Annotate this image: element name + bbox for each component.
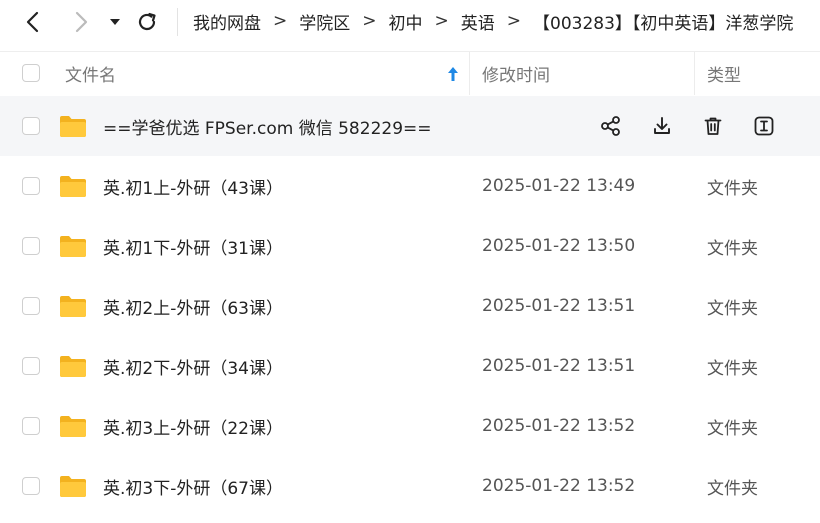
history-dropdown-button[interactable] bbox=[102, 9, 128, 35]
modified-time: 2025-01-22 13:50 bbox=[482, 236, 636, 256]
file-name[interactable]: 英.初3上-外研（22课） bbox=[103, 396, 283, 456]
column-header-name-label: 文件名 bbox=[65, 66, 116, 86]
breadcrumb-separator: > bbox=[362, 11, 377, 31]
table-row[interactable]: 英.初2下-外研（34课） 2025-01-22 13:51 文件夹 bbox=[0, 336, 820, 396]
modified-time: 2025-01-22 13:49 bbox=[482, 176, 636, 196]
chevron-right-icon bbox=[75, 11, 88, 33]
table-row[interactable]: 英.初1下-外研（31课） 2025-01-22 13:50 文件夹 bbox=[0, 216, 820, 276]
breadcrumb-item[interactable]: 初中 bbox=[389, 9, 423, 34]
forward-button[interactable] bbox=[68, 9, 94, 35]
modified-time: 2025-01-22 13:51 bbox=[482, 296, 636, 316]
share-icon bbox=[601, 116, 620, 136]
breadcrumb-separator: > bbox=[273, 11, 288, 31]
file-type: 文件夹 bbox=[707, 358, 758, 379]
folder-icon bbox=[60, 356, 86, 377]
folder-icon bbox=[60, 116, 86, 137]
file-name[interactable]: 英.初2上-外研（63课） bbox=[103, 276, 283, 336]
download-button[interactable] bbox=[648, 112, 676, 140]
column-divider[interactable] bbox=[469, 52, 470, 95]
sort-ascending-icon[interactable] bbox=[446, 65, 460, 83]
top-bar: 我的网盘 > 学院区 > 初中 > 英语 > 【003283】【初中英语】洋葱学… bbox=[0, 0, 820, 44]
file-type: 文件夹 bbox=[707, 418, 758, 439]
back-button[interactable] bbox=[20, 9, 46, 35]
column-header-type[interactable]: 类型 bbox=[707, 52, 741, 95]
row-checkbox[interactable] bbox=[22, 117, 40, 135]
breadcrumb-separator: > bbox=[434, 11, 449, 31]
folder-icon bbox=[60, 296, 86, 317]
column-divider[interactable] bbox=[694, 52, 695, 95]
delete-button[interactable] bbox=[699, 112, 727, 140]
file-type: 文件夹 bbox=[707, 478, 758, 499]
rename-icon bbox=[754, 116, 774, 136]
file-type: 文件夹 bbox=[707, 178, 758, 199]
file-name[interactable]: ==学爸优选 FPSer.com 微信 582229== bbox=[103, 96, 432, 156]
table-row[interactable]: 英.初1上-外研（43课） 2025-01-22 13:49 文件夹 bbox=[0, 156, 820, 216]
breadcrumb-item[interactable]: 学院区 bbox=[299, 9, 350, 34]
toolbar-divider bbox=[177, 8, 178, 36]
breadcrumb-item[interactable]: 英语 bbox=[461, 9, 495, 34]
download-icon bbox=[654, 117, 670, 134]
row-checkbox[interactable] bbox=[22, 237, 40, 255]
table-row[interactable]: ==学爸优选 FPSer.com 微信 582229== bbox=[0, 96, 820, 156]
row-checkbox[interactable] bbox=[22, 297, 40, 315]
file-name[interactable]: 英.初1上-外研（43课） bbox=[103, 156, 283, 216]
column-header-modified[interactable]: 修改时间 bbox=[482, 52, 550, 95]
breadcrumb-separator: > bbox=[506, 11, 521, 31]
row-checkbox[interactable] bbox=[22, 177, 40, 195]
table-row[interactable]: 英.初2上-外研（63课） 2025-01-22 13:51 文件夹 bbox=[0, 276, 820, 336]
delete-icon bbox=[704, 117, 722, 135]
file-name[interactable]: 英.初1下-外研（31课） bbox=[103, 216, 283, 276]
folder-icon bbox=[60, 476, 86, 497]
select-all-checkbox[interactable] bbox=[22, 64, 40, 82]
breadcrumb-item[interactable]: 我的网盘 bbox=[193, 9, 261, 34]
file-type: 文件夹 bbox=[707, 298, 758, 319]
breadcrumb: 我的网盘 > 学院区 > 初中 > 英语 > 【003283】【初中英语】洋葱学… bbox=[193, 0, 793, 42]
modified-time: 2025-01-22 13:51 bbox=[482, 356, 636, 376]
row-checkbox[interactable] bbox=[22, 357, 40, 375]
share-button[interactable] bbox=[597, 112, 625, 140]
column-header-modified-label: 修改时间 bbox=[482, 66, 550, 86]
column-header-name[interactable]: 文件名 bbox=[65, 52, 465, 95]
file-type: 文件夹 bbox=[707, 238, 758, 259]
folder-icon bbox=[60, 176, 86, 197]
column-header-type-label: 类型 bbox=[707, 66, 741, 86]
refresh-icon bbox=[138, 12, 156, 31]
chevron-left-icon bbox=[26, 11, 39, 33]
file-name[interactable]: 英.初3下-外研（67课） bbox=[103, 456, 283, 516]
refresh-button[interactable] bbox=[134, 9, 160, 35]
row-checkbox[interactable] bbox=[22, 477, 40, 495]
modified-time: 2025-01-22 13:52 bbox=[482, 476, 636, 496]
folder-icon bbox=[60, 416, 86, 437]
modified-time: 2025-01-22 13:52 bbox=[482, 416, 636, 436]
breadcrumb-item-current[interactable]: 【003283】【初中英语】洋葱学院 bbox=[533, 9, 793, 34]
row-checkbox[interactable] bbox=[22, 417, 40, 435]
caret-down-icon bbox=[110, 19, 120, 25]
table-row[interactable]: 英.初3下-外研（67课） 2025-01-22 13:52 文件夹 bbox=[0, 456, 820, 516]
folder-icon bbox=[60, 236, 86, 257]
rename-button[interactable] bbox=[750, 112, 778, 140]
table-row[interactable]: 英.初3上-外研（22课） 2025-01-22 13:52 文件夹 bbox=[0, 396, 820, 456]
file-name[interactable]: 英.初2下-外研（34课） bbox=[103, 336, 283, 396]
